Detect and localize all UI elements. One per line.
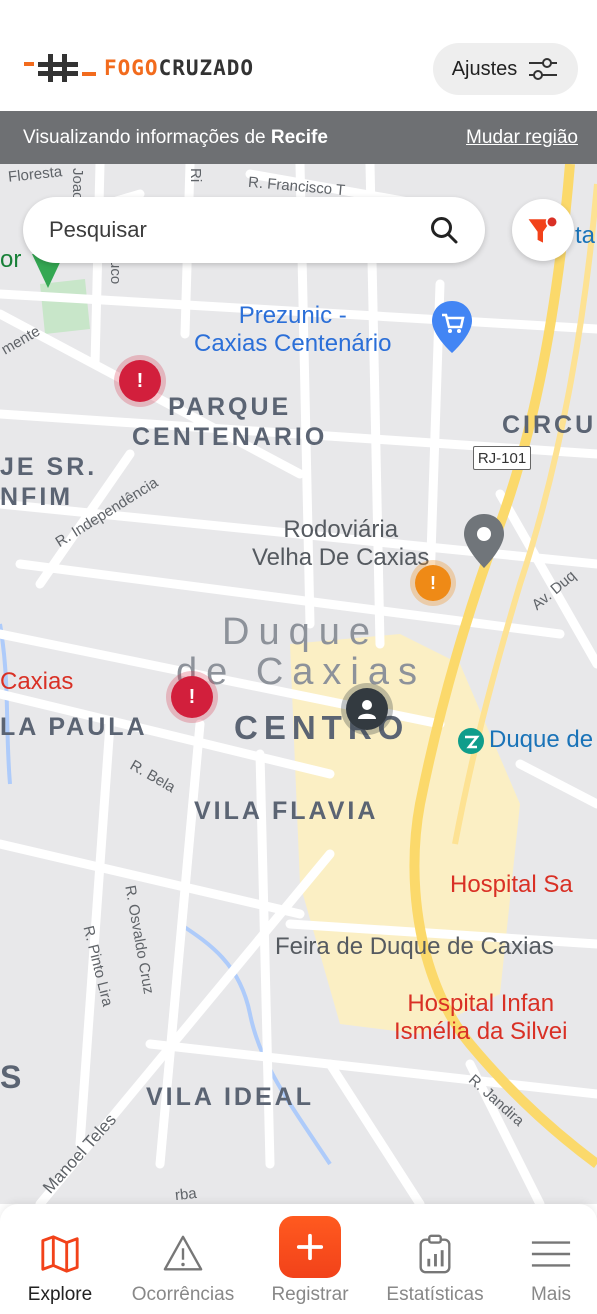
- nav-label: Ocorrências: [131, 1284, 235, 1305]
- district-label-circu: CIRCU: [502, 411, 597, 439]
- marker-symbol: !: [136, 369, 144, 392]
- poi-label-prezunic[interactable]: Prezunic - Caxias Centenário: [194, 302, 391, 358]
- filter-funnel-icon: [528, 215, 559, 243]
- district-label-edge: S: [0, 1059, 25, 1095]
- logo-text-fogo: FOGO: [104, 56, 159, 80]
- poi-label-rodoviaria[interactable]: Rodoviária Velha De Caxias: [252, 516, 429, 572]
- settings-label: Ajustes: [451, 57, 518, 80]
- poi-label-hospital-infantil[interactable]: Hospital Infan Ismélia da Silvei: [394, 990, 567, 1046]
- sliders-icon: [529, 58, 558, 80]
- street-label: rba: [174, 1184, 198, 1204]
- logo-text-cruzado: CRUZADO: [158, 56, 255, 80]
- menu-icon: [531, 1241, 571, 1267]
- incident-marker-red[interactable]: !: [119, 360, 161, 402]
- city-label-line2: de Caxias: [176, 651, 426, 693]
- district-label-vila-ideal: VILA IDEAL: [146, 1083, 314, 1111]
- road-shield: RJ-101: [473, 446, 531, 470]
- shopping-cart-pin-icon[interactable]: [430, 299, 474, 355]
- poi-label-feira[interactable]: Feira de Duque de Caxias: [275, 933, 554, 961]
- district-label-sr: JE SR. NFIM: [0, 453, 98, 511]
- incident-marker-orange[interactable]: !: [415, 565, 451, 601]
- region-city: Recife: [270, 126, 328, 148]
- poi-label-or[interactable]: or: [0, 246, 21, 274]
- search-bar: [23, 197, 485, 263]
- stats-icon: [419, 1234, 451, 1274]
- marker-symbol: !: [188, 685, 196, 708]
- nav-item-ocorrencias[interactable]: Ocorrências: [128, 1204, 238, 1314]
- app-logo: FOGOCRUZADO: [24, 50, 254, 86]
- district-label-paula: LA PAULA: [0, 713, 148, 741]
- search-input[interactable]: [49, 217, 429, 243]
- plus-icon: [296, 1233, 324, 1261]
- logo-hash-icon: [24, 54, 96, 82]
- nav-item-registrar[interactable]: Registrar: [255, 1204, 365, 1314]
- nav-item-estatisticas[interactable]: Estatísticas: [380, 1204, 490, 1314]
- district-label-vila-flavia: VILA FLAVIA: [194, 797, 379, 825]
- register-button[interactable]: [279, 1216, 341, 1278]
- nav-item-mais[interactable]: Mais: [496, 1204, 597, 1314]
- nav-label: Explore: [27, 1284, 93, 1305]
- user-location-marker[interactable]: [346, 688, 388, 730]
- region-bar: Visualizando informações de Recife Mudar…: [0, 111, 597, 164]
- incident-marker-red[interactable]: !: [171, 676, 213, 718]
- poi-label-caxias[interactable]: Caxias: [0, 668, 73, 696]
- nav-label: Mais: [530, 1284, 572, 1305]
- change-region-link[interactable]: Mudar região: [466, 127, 578, 149]
- warning-icon: [163, 1235, 203, 1271]
- street-label: uco: [107, 260, 124, 285]
- marker-symbol: !: [430, 572, 436, 593]
- nav-label: Registrar: [271, 1284, 349, 1305]
- street-label: Joao: [69, 168, 86, 201]
- map-view[interactable]: Floresta R. Francisco T Joao Ri uco ment…: [0, 164, 597, 1204]
- district-label-parque-centenario: PARQUE CENTENARIO: [132, 393, 328, 451]
- nav-item-explore[interactable]: Explore: [5, 1204, 115, 1314]
- street-label: Ri: [187, 168, 204, 183]
- poi-label-ta[interactable]: ta: [575, 222, 595, 250]
- person-icon: [358, 700, 376, 719]
- search-icon[interactable]: [429, 215, 459, 245]
- location-pin-icon[interactable]: [462, 512, 506, 570]
- region-info: Visualizando informações de Recife: [23, 127, 328, 149]
- filter-layers-button[interactable]: [512, 199, 574, 261]
- poi-label-duque-de[interactable]: Duque de: [489, 726, 593, 754]
- settings-button[interactable]: Ajustes: [433, 43, 578, 95]
- poi-label-hospital-sa[interactable]: Hospital Sa: [450, 871, 573, 899]
- city-label-line1: Duque: [222, 611, 379, 653]
- logo-text: FOGOCRUZADO: [104, 56, 254, 80]
- app-header: FOGOCRUZADO Ajustes: [0, 0, 597, 111]
- transit-station-icon[interactable]: [457, 727, 485, 755]
- region-prefix: Visualizando informações de: [23, 126, 271, 148]
- map-icon: [41, 1235, 79, 1273]
- bottom-navigation: Explore Ocorrências Registrar Estatístic…: [0, 1204, 597, 1314]
